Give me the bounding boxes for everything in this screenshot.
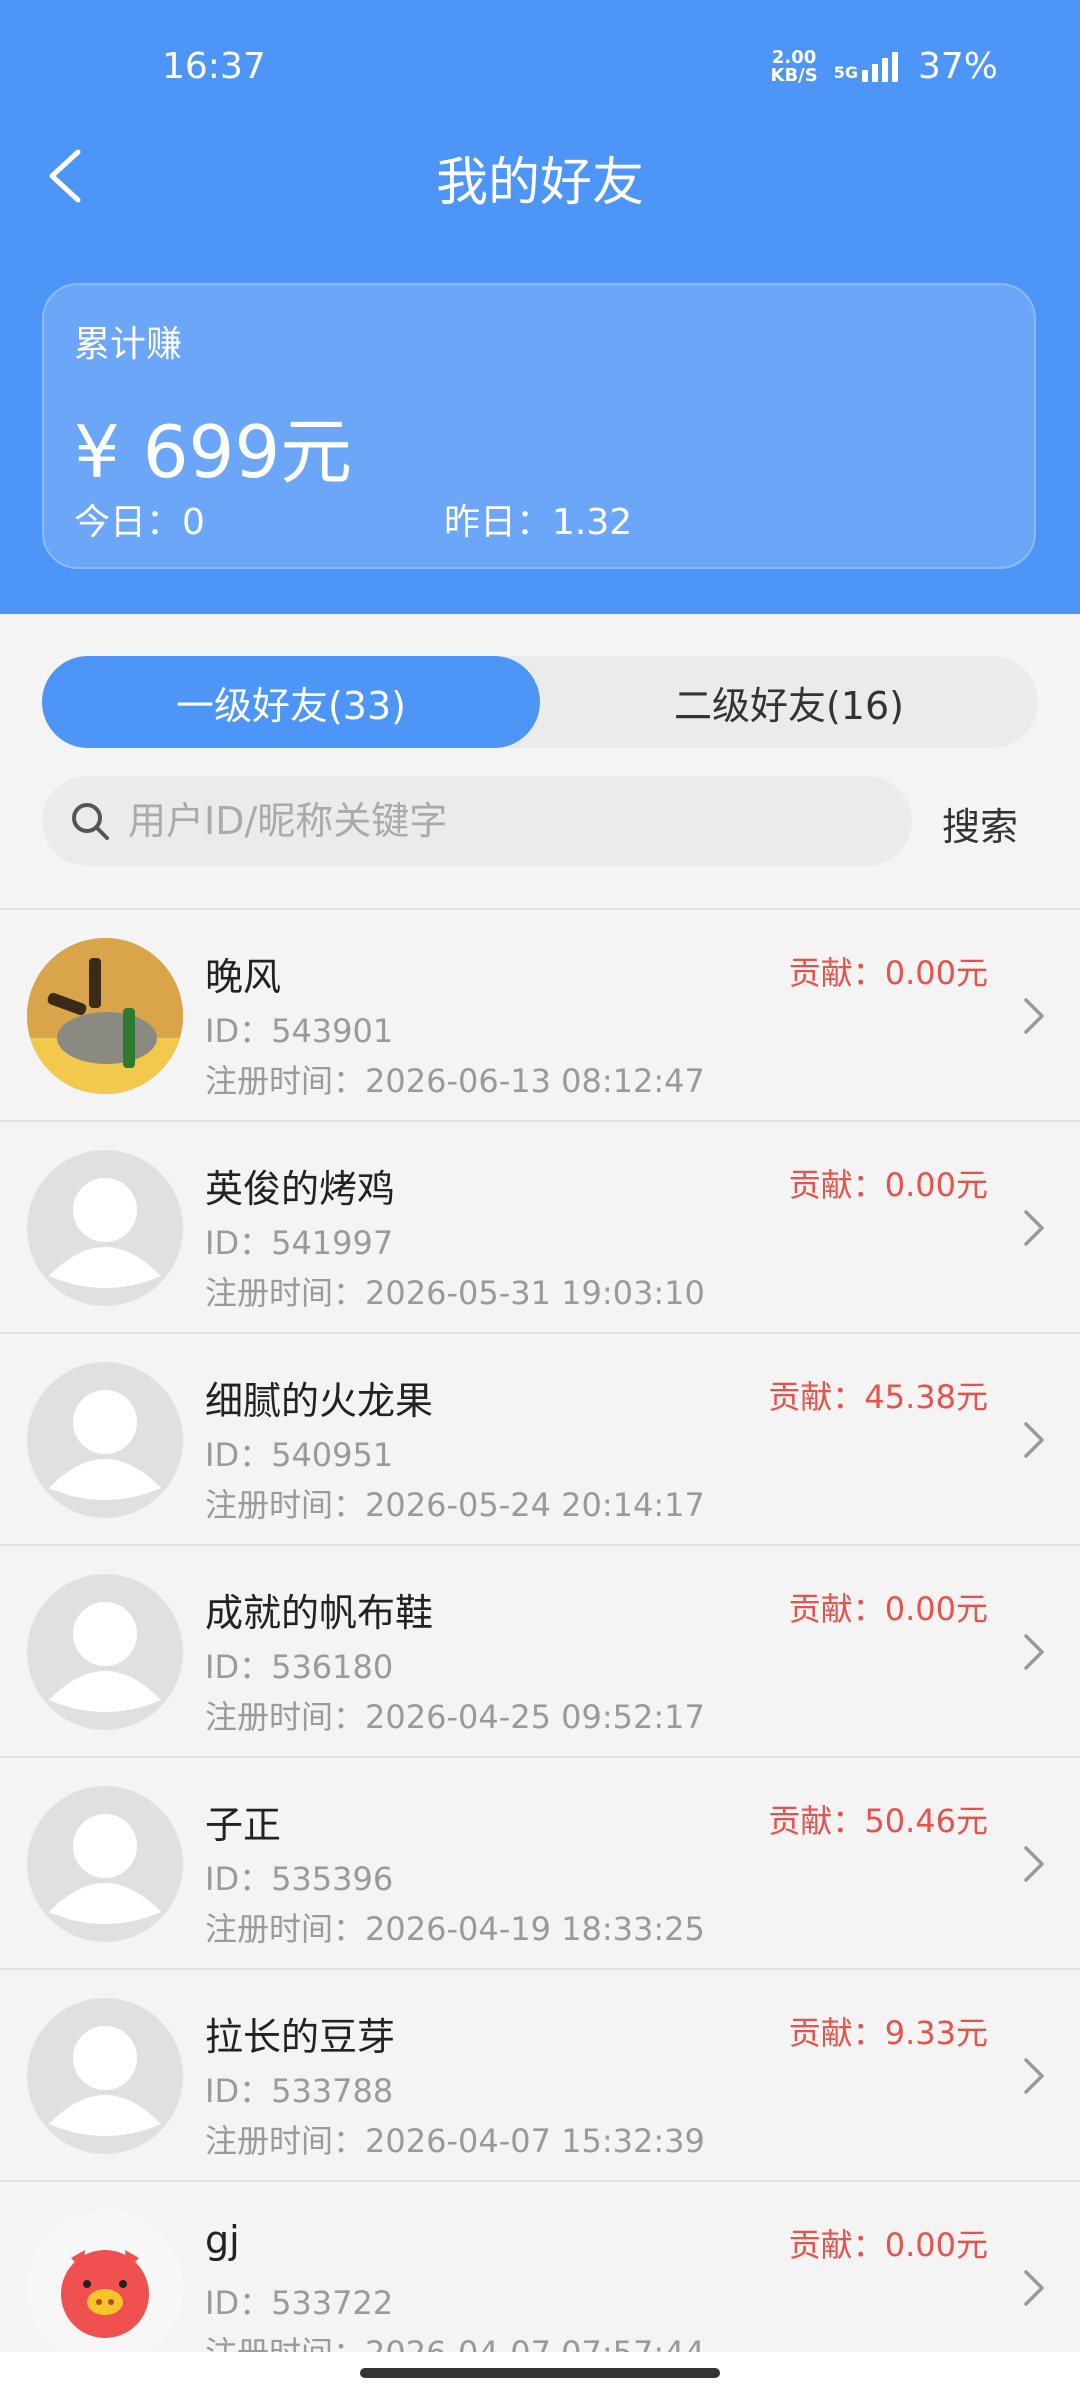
earnings-total: ¥ 699元 <box>74 410 353 494</box>
search-input[interactable] <box>126 798 890 844</box>
friend-row[interactable]: 拉长的豆芽 ID：533788 注册时间：2026-04-07 15:32:39… <box>0 1970 1080 2182</box>
chevron-right-icon <box>1024 2058 1044 2094</box>
friend-register-time: 注册时间：2026-04-25 09:52:17 <box>205 1698 705 1736</box>
friend-id: ID：536180 <box>205 1648 394 1686</box>
friend-row[interactable]: 子正 ID：535396 注册时间：2026-04-19 18:33:25 贡献… <box>0 1758 1080 1970</box>
friend-row[interactable]: 细腻的火龙果 ID：540951 注册时间：2026-05-24 20:14:1… <box>0 1334 1080 1546</box>
friend-id: ID：543901 <box>205 1012 394 1050</box>
friend-contribution: 贡献：9.33元 <box>788 2014 988 2052</box>
avatar <box>27 938 183 1094</box>
friend-name: 细腻的火龙果 <box>205 1379 434 1423</box>
default-avatar-icon <box>27 1362 183 1518</box>
net-speed-value: 2.00 <box>771 46 817 68</box>
search-icon <box>72 803 109 840</box>
friend-row[interactable]: 成就的帆布鞋 ID：536180 注册时间：2026-04-25 09:52:1… <box>0 1546 1080 1758</box>
chevron-right-icon <box>1024 1422 1044 1458</box>
default-avatar-icon <box>27 1998 183 2154</box>
friend-contribution: 贡献：0.00元 <box>788 2226 988 2264</box>
chevron-right-icon <box>1024 1846 1044 1882</box>
net-speed-unit: KB/S <box>770 64 818 86</box>
friend-register-time: 注册时间：2026-06-13 08:12:47 <box>205 1062 705 1100</box>
friend-contribution: 贡献：0.00元 <box>788 954 988 992</box>
friend-name: 拉长的豆芽 <box>205 2015 396 2059</box>
friend-id: ID：533722 <box>205 2284 394 2322</box>
chevron-right-icon <box>1024 2270 1044 2306</box>
home-indicator[interactable] <box>360 2368 720 2378</box>
page-title: 我的好友 <box>435 153 644 213</box>
friend-id: ID：541997 <box>205 1224 394 1262</box>
chevron-right-icon <box>1024 998 1044 1034</box>
friend-register-time: 注册时间：2026-04-19 18:33:25 <box>205 1910 705 1948</box>
earnings-card: 累计赚 ¥ 699元 今日：0 昨日：1.32 <box>42 283 1036 569</box>
default-avatar-icon <box>27 1574 183 1730</box>
friend-row[interactable]: 英俊的烤鸡 ID：541997 注册时间：2026-05-31 19:03:10… <box>0 1122 1080 1334</box>
tab-first-level[interactable]: 一级好友(33) <box>42 656 540 748</box>
earnings-yesterday: 昨日：1.32 <box>444 502 633 543</box>
friend-name: 英俊的烤鸡 <box>205 1167 396 1211</box>
friend-list: 晚风 ID：543901 注册时间：2026-06-13 08:12:47 贡献… <box>0 910 1080 2394</box>
friend-level-tabs: 一级好友(33) 二级好友(16) <box>42 656 1038 748</box>
friend-register-time: 注册时间：2026-05-31 19:03:10 <box>205 1274 705 1312</box>
friend-name: 成就的帆布鞋 <box>205 1591 434 1635</box>
network-type: 5G <box>833 62 858 82</box>
battery-level: 37% <box>917 46 998 87</box>
status-time: 16:37 <box>162 46 266 87</box>
friend-register-time: 注册时间：2026-04-07 15:32:39 <box>205 2122 705 2160</box>
friend-id: ID：533788 <box>205 2072 394 2110</box>
friend-register-time: 注册时间：2026-05-24 20:14:17 <box>205 1486 705 1524</box>
friend-contribution: 贡献：0.00元 <box>788 1590 988 1628</box>
header: 16:37 2.00 KB/S 5G 37% 我的好友 累计赚 ¥ 699元 今… <box>0 0 1080 614</box>
friend-contribution: 贡献：50.46元 <box>768 1802 988 1840</box>
friend-name: 晚风 <box>205 955 282 999</box>
default-avatar-icon <box>27 1150 183 1306</box>
friend-row[interactable]: 晚风 ID：543901 注册时间：2026-06-13 08:12:47 贡献… <box>0 910 1080 1122</box>
tab-second-level[interactable]: 二级好友(16) <box>540 656 1038 748</box>
net-speed: 2.00 KB/S <box>770 46 818 86</box>
status-icons: 2.00 KB/S 5G 37% <box>771 46 999 87</box>
friend-name: gj <box>205 2218 240 2262</box>
friend-id: ID：540951 <box>205 1436 394 1474</box>
chevron-right-icon <box>1024 1210 1044 1246</box>
search-button[interactable]: 搜索 <box>942 796 1018 851</box>
signal-icon: 5G <box>833 51 902 82</box>
earnings-today: 今日：0 <box>74 502 205 543</box>
pig-avatar-icon <box>27 2210 183 2366</box>
friend-id: ID：535396 <box>205 1860 394 1898</box>
friend-contribution: 贡献：45.38元 <box>768 1378 988 1416</box>
search-box <box>42 776 912 866</box>
earnings-label: 累计赚 <box>74 324 183 365</box>
default-avatar-icon <box>27 1786 183 1942</box>
friend-name: 子正 <box>205 1803 282 1847</box>
chevron-right-icon <box>1024 1634 1044 1670</box>
friend-contribution: 贡献：0.00元 <box>788 1166 988 1204</box>
